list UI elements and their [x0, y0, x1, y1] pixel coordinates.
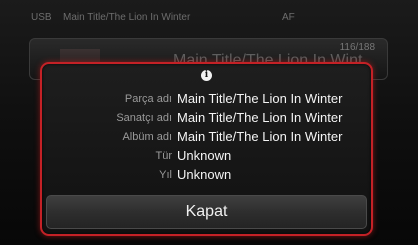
- info-row-album: Albüm adı Main Title/The Lion In Winter: [42, 127, 371, 146]
- info-row-track-name: Parça adı Main Title/The Lion In Winter: [42, 89, 371, 108]
- info-label: Tür: [155, 149, 173, 162]
- info-row-artist: Sanatçı adı Main Title/The Lion In Winte…: [42, 108, 371, 127]
- media-player-screen: USB Main Title/The Lion In Winter AF Mai…: [0, 0, 418, 245]
- track-info-dialog: i Parça adı Main Title/The Lion In Winte…: [40, 62, 373, 236]
- track-counter: 116/188: [339, 42, 375, 53]
- info-value: Unknown: [177, 148, 232, 163]
- info-value: Main Title/The Lion In Winter: [177, 91, 343, 106]
- info-row-genre: Tür Unknown: [42, 146, 371, 165]
- info-icon: i: [201, 70, 212, 81]
- track-info-list: Parça adı Main Title/The Lion In Winter …: [42, 89, 371, 184]
- status-source: USB: [31, 12, 52, 23]
- info-value: Main Title/The Lion In Winter: [177, 129, 343, 144]
- info-label: Yıl: [159, 168, 172, 181]
- close-button[interactable]: Kapat: [46, 195, 367, 229]
- info-value: Unknown: [177, 167, 232, 182]
- info-label: Sanatçı adı: [116, 111, 172, 124]
- info-value: Main Title/The Lion In Winter: [177, 110, 343, 125]
- status-track-title: Main Title/The Lion In Winter: [63, 12, 191, 23]
- status-bar: USB Main Title/The Lion In Winter AF: [0, 0, 418, 30]
- status-band: AF: [282, 12, 295, 23]
- info-label: Parça adı: [124, 92, 172, 105]
- info-label: Albüm adı: [122, 130, 172, 143]
- info-row-year: Yıl Unknown: [42, 165, 371, 184]
